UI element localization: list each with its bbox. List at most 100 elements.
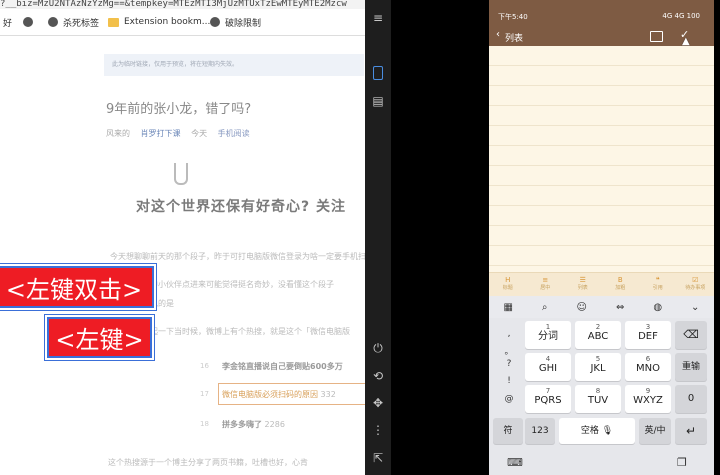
meta-date: 今天 (191, 129, 208, 138)
globe-icon (23, 17, 33, 27)
menu-icon[interactable]: ≡ (372, 12, 384, 24)
collapse-keyboard-icon[interactable]: ⌄ (691, 302, 699, 313)
cursor-move-icon[interactable]: ⇔ (616, 302, 624, 313)
bookmark-item[interactable]: Extension bookm... (108, 9, 210, 35)
number-key[interactable]: 123 (525, 418, 555, 444)
keyboard-grid-icon[interactable]: ▦ (503, 302, 512, 313)
reset-button[interactable]: 重输 (675, 353, 707, 381)
list-item-text: 微信电脑版必须扫码的原因 (222, 390, 318, 399)
key-num: 3 (645, 323, 651, 331)
exit-icon[interactable]: ⇱ (372, 452, 384, 464)
fmt-label: 列表 (577, 285, 588, 291)
address-bar-fragment[interactable]: ?__biz=MzU2NTAzNzYzMg==&tempkey=MTEzMTI3… (0, 0, 365, 9)
meta-author[interactable]: 肖罗打下课 (141, 129, 181, 138)
key-5[interactable]: 5 JKL (575, 353, 621, 381)
emulator-background (391, 0, 489, 475)
key-letters: DEF (638, 331, 658, 342)
heading-icon: H (505, 276, 511, 284)
emulator-background (714, 0, 720, 475)
punct-key[interactable]: , (496, 329, 522, 339)
key-num: 7 (545, 387, 551, 395)
paragraph: 中小伙伴点进来可能觉得挺名奇妙，没看懂这个段子 (150, 280, 334, 289)
key-num: 5 (595, 355, 601, 363)
search-icon[interactable]: ⌕ (542, 302, 548, 313)
article-content: 此为临时链接，仅用于预览，将在短期内失效。 9年前的张小龙，错了吗? 风来的 肖… (0, 36, 365, 475)
preview-notice: 此为临时链接，仅用于预览，将在短期内失效。 (104, 54, 364, 76)
folder-icon (108, 17, 119, 27)
list-rank: 16 (200, 362, 209, 370)
bookmark-item[interactable]: 好 (3, 9, 12, 35)
punct-key[interactable]: @ (496, 394, 522, 404)
symbol-key[interactable]: 符 (493, 418, 523, 444)
key-6[interactable]: 6 MNO (625, 353, 671, 381)
bookmark-item[interactable] (23, 9, 38, 35)
globe-icon (48, 17, 58, 27)
clipboard-icon[interactable]: ❐ (677, 456, 687, 469)
key-3[interactable]: 3 DEF (625, 321, 671, 349)
emoji-icon[interactable]: ☺ (577, 302, 587, 313)
key-7[interactable]: 7 PQRS (525, 385, 571, 413)
note-editor[interactable] (489, 46, 714, 272)
bookmark-item[interactable]: 破除限制 (210, 9, 261, 35)
list-button[interactable]: ☰ 列表 (564, 273, 602, 297)
image-icon[interactable] (650, 31, 663, 42)
list-item-extra: 2286 (264, 420, 285, 429)
punct-key[interactable]: ? (496, 359, 522, 369)
app-title: 列表 (505, 34, 524, 44)
key-2[interactable]: 2 ABC (575, 321, 621, 349)
key-letters: JKL (590, 363, 606, 374)
article-meta: 风来的 肖罗打下课 今天 手机阅读 (106, 128, 258, 139)
key-letters: ABC (587, 331, 609, 342)
voice-icon[interactable]: ◍ (653, 302, 662, 313)
key-8[interactable]: 8 TUV (575, 385, 621, 413)
status-indicators: 4G 4G 100 (662, 12, 700, 20)
bold-button[interactable]: B 加粗 (602, 273, 640, 297)
key-0[interactable]: 0 (675, 385, 707, 413)
enter-icon[interactable]: ↵ (675, 418, 707, 444)
more-icon[interactable]: ⋮ (372, 424, 384, 436)
article-headline: 对这个世界还保有好奇心? 关注 (136, 199, 346, 215)
punct-key[interactable]: 。 (496, 344, 522, 357)
key-letters: MNO (636, 363, 660, 374)
meta-mobile-read[interactable]: 手机阅读 (218, 129, 250, 138)
back-icon[interactable]: ‹ (496, 29, 500, 40)
align-center-icon: ≡ (542, 276, 549, 284)
meta-source: 风来的 (106, 129, 130, 138)
screenshot-icon[interactable]: ▤ (372, 95, 384, 107)
heading-button[interactable]: H 标题 (489, 273, 527, 297)
lang-switch-key[interactable]: 英/中 (639, 418, 671, 444)
key-letters: TUV (587, 395, 609, 406)
key-4[interactable]: 4 GHI (525, 353, 571, 381)
status-time: 下午5:40 (498, 13, 528, 21)
list-item: 李金铭直播说自己要倒贴600多万 (222, 361, 343, 372)
phone-icon[interactable] (373, 66, 383, 80)
microphone-icon: 🎙 (601, 426, 614, 436)
article-title: 9年前的张小龙，错了吗? (106, 102, 252, 117)
quote-button[interactable]: ❝ 引用 (639, 273, 677, 297)
bookmark-label: 杀死标签 (63, 18, 100, 29)
power-icon[interactable]: ⏻ (372, 342, 384, 354)
paragraph: 这个热搜源于一个博主分享了两页书籍，吐槽也好，心肯 (108, 458, 308, 467)
todo-button[interactable]: ☑ 待办事项 (677, 273, 715, 297)
globe-icon (210, 17, 220, 27)
rotate-icon[interactable]: ⟲ (372, 370, 384, 382)
key-1[interactable]: 1 分词 (525, 321, 571, 349)
gamepad-icon[interactable]: ✥ (372, 397, 384, 409)
list-rank: 18 (200, 420, 209, 428)
keyboard-hide-icon[interactable]: ⌨ (507, 456, 523, 469)
key-letters: PQRS (534, 395, 562, 406)
space-key[interactable]: 空格 🎙 (559, 418, 635, 444)
key-9[interactable]: 9 WXYZ (625, 385, 671, 413)
backspace-icon[interactable]: ⌫ (675, 321, 707, 349)
center-button[interactable]: ≡ 居中 (527, 273, 565, 297)
bookmarks-bar: 好 杀死标签 Extension bookm... 破除限制 (0, 9, 365, 36)
quote-icon: ❝ (655, 276, 660, 284)
fmt-label: 引用 (652, 285, 663, 291)
fmt-label: 标题 (502, 285, 513, 291)
bookmark-item[interactable]: 杀死标签 (48, 9, 99, 35)
punct-key[interactable]: ! (496, 376, 522, 386)
fmt-label: 待办事项 (685, 285, 706, 291)
paragraph: 说的是 (150, 299, 174, 308)
fmt-label: 加粗 (615, 285, 626, 291)
list-icon: ☰ (579, 276, 586, 284)
